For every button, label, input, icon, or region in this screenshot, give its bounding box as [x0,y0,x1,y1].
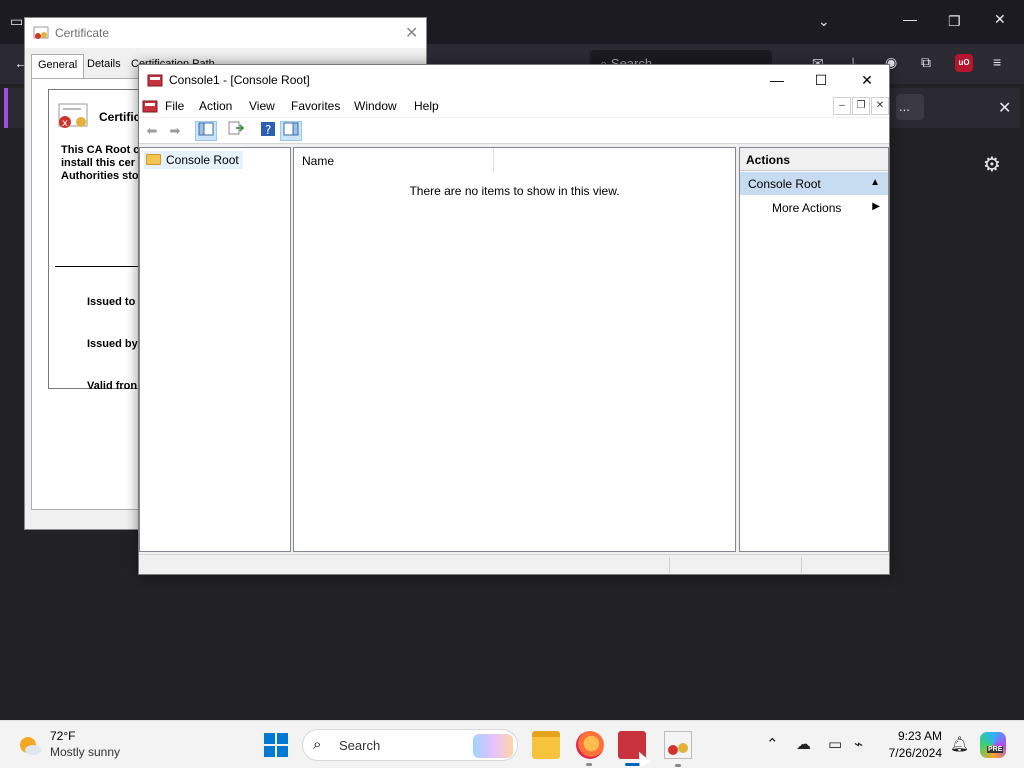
status-divider [801,557,802,573]
close-icon[interactable]: ✕ [994,12,1006,26]
firefox-icon[interactable] [576,731,604,766]
console-tree: Console Root [139,147,291,552]
status-bar [139,554,889,574]
show-hide-console-tree-icon[interactable] [195,121,217,141]
tab-list-icon[interactable]: ▭ [10,14,23,28]
tree-item-label: Console Root [166,153,239,167]
menu-window[interactable]: Window [354,99,397,113]
certificate-information-box: x Certific This CA Root c install this c… [48,89,175,392]
help-icon[interactable]: ? [257,121,279,141]
child-restore-button[interactable]: ❐ [852,97,870,115]
actions-header: Actions [740,148,888,171]
onedrive-offline-icon[interactable]: ☁ [796,735,811,753]
menu-icon[interactable]: ≡ [993,55,1001,69]
search-icon: ⌕ [313,736,322,753]
minimize-icon[interactable]: — [903,12,917,26]
notification-more-button[interactable]: ... [896,94,924,120]
certificate-titlebar: Certificate ✕ [25,18,426,48]
child-minimize-button[interactable]: – [833,97,851,115]
show-hide-action-pane-icon[interactable] [280,121,302,141]
menu-view[interactable]: View [249,99,275,113]
menu-bar: File Action View Favorites Window Help –… [139,95,889,117]
network-icon[interactable]: ⌁ [854,735,863,753]
mmc-system-menu-icon[interactable] [142,98,158,114]
export-list-icon[interactable] [225,121,247,141]
svg-text:x: x [62,118,68,129]
notification-bell-icon[interactable]: 🔔︎ [950,735,969,753]
certificate-icon [33,26,49,39]
certificate-error-icon: x [58,103,88,129]
file-explorer-icon[interactable] [532,731,560,759]
certificate-close-icon[interactable]: ✕ [405,23,418,43]
minimize-button[interactable]: — [757,69,797,93]
weather-description[interactable]: Mostly sunny [50,745,120,759]
status-divider [669,557,670,573]
restore-icon[interactable]: ❐ [948,14,961,28]
mmc-title: Console1 - [Console Root] [169,73,310,87]
windows-logo-tile [264,746,275,757]
back-arrow-icon[interactable]: ⬅ [141,121,163,141]
certificate-heading: Certific [99,110,141,124]
taskbar-search-label: Search [339,738,381,753]
windows-logo-tile [277,746,288,757]
actions-section-console-root[interactable]: Console Root ▲ [740,172,888,195]
windows-logo-tile [264,733,275,744]
folder-icon [146,154,161,165]
partly-sunny-icon[interactable] [18,733,42,757]
actions-pane: Actions Console Root ▲ More Actions ▶ [739,147,889,552]
empty-view-message: There are no items to show in this view. [409,184,620,198]
menu-favorites[interactable]: Favorites [291,99,340,113]
more-actions-item[interactable]: More Actions ▶ [740,196,888,218]
certificate-taskbar-icon[interactable] [664,731,692,767]
valid-from-label: Valid fron [87,380,138,392]
more-actions-label: More Actions [772,201,842,215]
copilot-preview-badge: PRE [987,746,1004,753]
tab-general[interactable]: General [31,54,85,78]
clock-time[interactable]: 9:23 AM [888,729,942,743]
tab-details[interactable]: Details [81,54,127,76]
close-button[interactable]: ✕ [847,69,887,93]
windows-logo-tile [277,733,288,744]
display-icon[interactable]: ▭ [828,735,842,753]
submenu-arrow-icon: ▶ [872,201,880,212]
notification-close-icon[interactable]: ✕ [998,98,1011,118]
actions-section-label: Console Root [748,177,821,191]
running-indicator [675,764,681,767]
running-indicator [586,763,592,766]
weather-temperature[interactable]: 72°F [50,729,75,743]
extensions-icon[interactable]: ⧉ [921,55,931,69]
issued-by-label: Issued by [87,338,138,350]
issued-to-label: Issued to [87,296,136,308]
taskbar: 72°F Mostly sunny ⌕ Search ⌃ ☁ ▭ ⌁ 9:23 … [0,720,1024,768]
maximize-button[interactable]: ☐ [801,69,841,93]
start-button[interactable] [264,733,288,757]
results-pane: Name There are no items to show in this … [293,147,736,552]
mmc-console-window: Console1 - [Console Root] — ☐ ✕ File Act… [138,64,890,575]
collapse-triangle-icon[interactable]: ▲ [870,177,880,188]
clock-date[interactable]: 7/26/2024 [880,746,942,760]
show-hidden-icons-chevron-icon[interactable]: ⌃ [766,735,779,753]
svg-text:?: ? [265,123,271,137]
mmc-icon [147,74,163,87]
copilot-icon[interactable]: PRE [980,732,1006,758]
ublock-extension-icon[interactable]: uO [955,54,973,72]
tree-item-console-root[interactable]: Console Root [144,151,243,169]
menu-file[interactable]: File [165,99,184,113]
mmc-titlebar: Console1 - [Console Root] — ☐ ✕ [139,65,889,95]
menu-help[interactable]: Help [414,99,439,113]
certificate-title: Certificate [55,26,110,40]
column-header-name[interactable]: Name [294,148,494,172]
search-highlight-image [473,734,513,758]
child-close-button[interactable]: ✕ [871,97,889,115]
menu-action[interactable]: Action [199,99,232,113]
gear-icon[interactable]: ⚙ [983,152,1001,177]
chevron-down-icon[interactable]: ⌄ [818,14,830,28]
certificate-icon [668,743,688,755]
forward-arrow-icon[interactable]: ➡ [164,121,186,141]
taskbar-search[interactable]: ⌕ Search [302,729,518,761]
mmc-toolbar: ⬅ ➡ ? [139,118,889,144]
